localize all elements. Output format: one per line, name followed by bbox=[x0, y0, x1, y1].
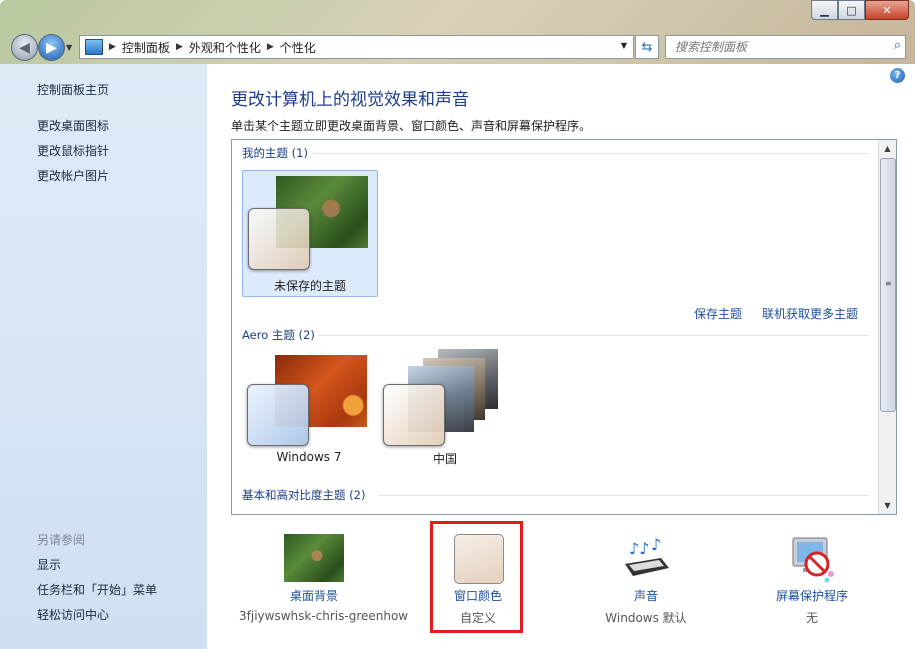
group-basic-themes: 基本和高对比度主题 (2) bbox=[242, 488, 366, 502]
theme-label: 未保存的主题 bbox=[273, 279, 346, 293]
group-aero-themes: Aero 主题 (2) bbox=[242, 328, 315, 342]
page-title: 更改计算机上的视觉效果和声音 bbox=[231, 90, 469, 110]
save-theme-link[interactable]: 保存主题 bbox=[694, 305, 742, 322]
page-subtitle: 单击某个主题立即更改桌面背景、窗口颜色、声音和屏幕保护程序。 bbox=[231, 119, 592, 133]
desktop-background-value: 3fjiywswhsk-chris-greenhow bbox=[239, 609, 409, 623]
sidebar-display[interactable]: 显示 bbox=[37, 556, 61, 573]
sidebar-control-panel-home[interactable]: 控制面板主页 bbox=[37, 81, 109, 98]
window-color-swatch bbox=[248, 208, 310, 270]
history-dropdown-icon[interactable]: ▼ bbox=[66, 43, 72, 52]
theme-unsaved[interactable]: 未保存的主题 bbox=[242, 170, 378, 297]
maximize-icon: □ bbox=[846, 3, 857, 17]
theme-windows7[interactable]: Windows 7 bbox=[242, 352, 376, 477]
theme-list: 我的主题 (1) 未保存的主题 保存主题 联机获取更多主题 Aero 主题 (2… bbox=[231, 139, 897, 515]
breadcrumb-separator-icon[interactable]: ▶ bbox=[176, 42, 183, 52]
sidebar: 控制面板主页 更改桌面图标 更改鼠标指针 更改帐户图片 另请参阅 显示 任务栏和… bbox=[0, 64, 207, 649]
minimize-icon: ▁ bbox=[820, 3, 829, 17]
get-more-themes-link[interactable]: 联机获取更多主题 bbox=[762, 305, 858, 322]
personalization-window: ▁ □ ✕ ◀ ▶ ▼ ▶ 控制面板 ▶ 外观和个性化 ▶ 个性化 ▼ ⇆ ⌕ … bbox=[0, 0, 915, 649]
breadcrumb-appearance[interactable]: 外观和个性化 bbox=[189, 39, 261, 56]
sound-label[interactable]: 声音 bbox=[571, 587, 721, 604]
search-icon[interactable]: ⌕ bbox=[894, 38, 901, 53]
scroll-up-icon[interactable]: ▲ bbox=[879, 140, 896, 157]
refresh-icon: ⇆ bbox=[641, 39, 653, 55]
screensaver-icon bbox=[787, 534, 837, 584]
svg-text:♪: ♪ bbox=[651, 535, 661, 554]
address-bar[interactable]: ▶ 控制面板 ▶ 外观和个性化 ▶ 个性化 ▼ bbox=[79, 35, 634, 59]
sound-value: Windows 默认 bbox=[605, 611, 687, 625]
theme-label: 中国 bbox=[432, 452, 457, 466]
search-input[interactable] bbox=[673, 39, 877, 55]
see-also-heading: 另请参阅 bbox=[37, 533, 86, 547]
group-my-themes: 我的主题 (1) bbox=[242, 146, 308, 160]
sound-icon: ♪♪ ♪ bbox=[621, 534, 673, 582]
main-content: ? 更改计算机上的视觉效果和声音 单击某个主题立即更改桌面背景、窗口颜色、声音和… bbox=[207, 64, 915, 649]
breadcrumb-separator-icon[interactable]: ▶ bbox=[109, 42, 116, 52]
close-button[interactable]: ✕ bbox=[865, 0, 909, 20]
window-controls: ▁ □ ✕ bbox=[811, 0, 909, 20]
theme-label: Windows 7 bbox=[276, 450, 342, 464]
window-color-swatch bbox=[383, 384, 445, 446]
screensaver-label[interactable]: 屏幕保护程序 bbox=[737, 587, 887, 604]
theme-settings-bar: 桌面背景 3fjiywswhsk-chris-greenhow 窗口颜色 自定义… bbox=[207, 520, 915, 649]
highlight-box bbox=[430, 521, 523, 633]
control-panel-icon bbox=[85, 39, 103, 55]
back-button[interactable]: ◀ bbox=[11, 34, 38, 61]
desktop-background-icon bbox=[284, 534, 344, 582]
sidebar-change-account-picture[interactable]: 更改帐户图片 bbox=[37, 167, 109, 184]
sidebar-taskbar-start-menu[interactable]: 任务栏和「开始」菜单 bbox=[37, 581, 157, 598]
breadcrumb-personalization[interactable]: 个性化 bbox=[280, 39, 316, 56]
sidebar-change-desktop-icons[interactable]: 更改桌面图标 bbox=[37, 117, 109, 134]
back-arrow-icon: ◀ bbox=[19, 39, 30, 56]
breadcrumb-control-panel[interactable]: 控制面板 bbox=[122, 39, 170, 56]
forward-button[interactable]: ▶ bbox=[38, 34, 65, 61]
group-divider bbox=[378, 495, 869, 496]
forward-arrow-icon: ▶ bbox=[46, 39, 57, 56]
breadcrumb-separator-icon[interactable]: ▶ bbox=[267, 42, 274, 52]
grip-icon: ≡ bbox=[885, 279, 892, 288]
navigation-bar: ◀ ▶ ▼ ▶ 控制面板 ▶ 外观和个性化 ▶ 个性化 ▼ ⇆ ⌕ bbox=[0, 30, 915, 64]
screensaver-value: 无 bbox=[805, 611, 818, 625]
refresh-button[interactable]: ⇆ bbox=[635, 35, 659, 59]
sidebar-ease-of-access[interactable]: 轻松访问中心 bbox=[37, 606, 109, 623]
group-divider bbox=[318, 335, 869, 336]
help-icon[interactable]: ? bbox=[890, 68, 905, 83]
group-divider bbox=[312, 153, 869, 154]
theme-list-scrollbar[interactable]: ▲ ≡ ▼ bbox=[878, 140, 896, 514]
search-box[interactable]: ⌕ bbox=[665, 35, 906, 59]
scrollbar-thumb[interactable]: ≡ bbox=[880, 158, 896, 412]
svg-text:♪♪: ♪♪ bbox=[629, 539, 649, 558]
maximize-button[interactable]: □ bbox=[838, 0, 865, 20]
close-icon: ✕ bbox=[882, 3, 892, 17]
desktop-background-label[interactable]: 桌面背景 bbox=[239, 587, 389, 604]
title-bar[interactable]: ▁ □ ✕ bbox=[0, 0, 915, 30]
address-dropdown-icon[interactable]: ▼ bbox=[621, 41, 627, 50]
breadcrumb: ▶ 控制面板 ▶ 外观和个性化 ▶ 个性化 bbox=[103, 39, 316, 56]
sidebar-change-mouse-pointers[interactable]: 更改鼠标指针 bbox=[37, 142, 109, 159]
window-color-swatch bbox=[247, 384, 309, 446]
scroll-down-icon[interactable]: ▼ bbox=[879, 497, 896, 514]
minimize-button[interactable]: ▁ bbox=[811, 0, 838, 20]
theme-china[interactable]: 中国 bbox=[378, 349, 512, 477]
